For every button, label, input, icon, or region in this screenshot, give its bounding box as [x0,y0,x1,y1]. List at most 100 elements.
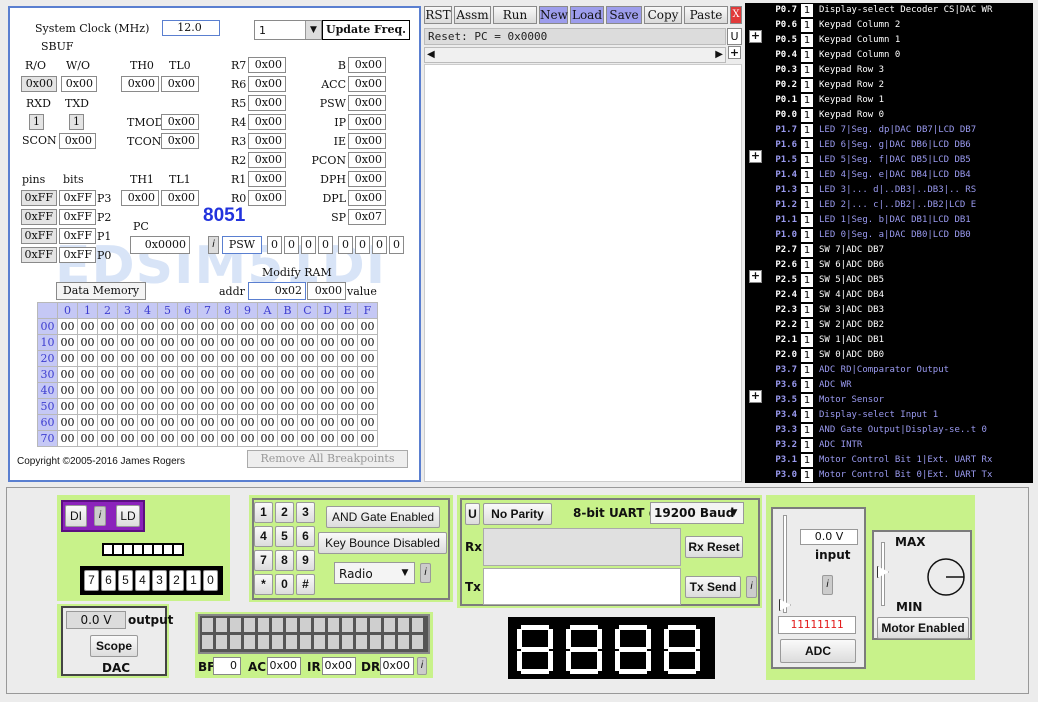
keypad-key[interactable]: 7 [254,550,273,571]
port-bits-value[interactable]: 0xFF [59,190,96,206]
memory-cell[interactable]: 00 [277,350,298,367]
memory-cell[interactable]: 00 [77,398,98,415]
rx-reset-button[interactable]: Rx Reset [685,536,743,558]
motor-enabled-button[interactable]: Motor Enabled [877,617,969,639]
pin-value[interactable]: 1 [801,364,813,377]
memory-cell[interactable]: 00 [297,382,318,399]
memory-cell[interactable]: 00 [117,382,138,399]
switch[interactable]: 1 [186,570,201,591]
memory-cell[interactable]: 00 [277,398,298,415]
memory-cell[interactable]: 00 [257,398,278,415]
keypad-key[interactable]: 2 [275,502,294,523]
parity-button[interactable]: No Parity [483,503,552,525]
memory-cell[interactable]: 00 [337,366,358,383]
pin-value[interactable]: 1 [801,334,813,347]
psw-bit[interactable]: 0 [355,236,370,254]
tx-field[interactable] [483,568,681,605]
memory-cell[interactable]: 00 [337,334,358,351]
pin-value[interactable]: 1 [801,229,813,242]
sfr-value[interactable]: 0x00 [348,95,386,111]
memory-cell[interactable]: 00 [357,318,378,335]
memory-cell[interactable]: 00 [117,414,138,431]
keypad-key[interactable]: * [254,574,273,595]
memory-cell[interactable]: 00 [77,382,98,399]
code-editor[interactable] [424,64,742,482]
memory-cell[interactable]: 00 [257,430,278,447]
pin-value[interactable]: 1 [801,154,813,167]
memory-cell[interactable]: 00 [177,430,198,447]
adc-info-button[interactable]: i [822,575,833,595]
sfr-value[interactable]: 0x07 [348,209,386,225]
pc-value[interactable]: 0x0000 [130,236,190,254]
sfr-value[interactable]: 0x00 [348,171,386,187]
update-freq-button[interactable]: Update Freq. [322,20,410,40]
tl1-value[interactable]: 0x00 [161,190,199,206]
memory-cell[interactable]: 00 [197,366,218,383]
memory-cell[interactable]: 00 [117,366,138,383]
baud-select[interactable]: 19200 Baud ▼ [650,502,744,524]
freq-select[interactable]: 1 ▼ [254,20,322,40]
memory-cell[interactable]: 00 [237,366,258,383]
register-value[interactable]: 0x00 [248,133,286,149]
switch[interactable]: 6 [101,570,116,591]
tcon-value[interactable]: 0x00 [161,133,199,149]
keypad-mode-select[interactable]: Radio ▼ [334,562,415,584]
memory-cell[interactable]: 00 [77,350,98,367]
memory-cell[interactable]: 00 [357,398,378,415]
adc-button[interactable]: ADC [780,639,856,663]
close-button[interactable]: X [730,6,742,24]
scon-value[interactable]: 0x00 [59,133,96,149]
pin-value[interactable]: 1 [801,139,813,152]
memory-cell[interactable]: 00 [277,318,298,335]
pin-value[interactable]: 1 [801,109,813,122]
horizontal-scrollbar[interactable]: ◀ ▶ [424,47,726,63]
keypad-key[interactable]: 9 [296,550,315,571]
pin-value[interactable]: 1 [801,94,813,107]
memory-cell[interactable]: 00 [317,398,338,415]
di-button[interactable]: DI [65,505,87,527]
memory-cell[interactable]: 00 [317,414,338,431]
pin-value[interactable]: 1 [801,424,813,437]
tx-send-button[interactable]: Tx Send [685,576,741,598]
memory-cell[interactable]: 00 [177,366,198,383]
keypad-key[interactable]: 5 [275,526,294,547]
memory-cell[interactable]: 00 [297,430,318,447]
psw-button[interactable]: PSW [222,236,262,254]
pin-value[interactable]: 1 [801,244,813,257]
data-memory-button[interactable]: Data Memory [56,282,146,300]
motor-slider[interactable] [877,542,889,606]
memory-cell[interactable]: 00 [57,350,78,367]
memory-cell[interactable]: 00 [317,350,338,367]
ld-button[interactable]: LD [116,505,140,527]
memory-cell[interactable]: 00 [217,334,238,351]
memory-cell[interactable]: 00 [177,382,198,399]
memory-cell[interactable]: 00 [217,414,238,431]
memory-cell[interactable]: 00 [137,366,158,383]
memory-cell[interactable]: 00 [97,350,118,367]
register-value[interactable]: 0x00 [248,152,286,168]
uart-u-button[interactable]: U [465,503,480,525]
memory-cell[interactable]: 00 [237,382,258,399]
memory-cell[interactable]: 00 [297,398,318,415]
rst-button[interactable]: RST [424,6,452,24]
memory-cell[interactable]: 00 [197,318,218,335]
clock-input[interactable]: 12.0 [162,20,220,36]
memory-cell[interactable]: 00 [137,334,158,351]
memory-cell[interactable]: 00 [97,430,118,447]
memory-cell[interactable]: 00 [297,366,318,383]
memory-cell[interactable]: 00 [317,430,338,447]
pin-value[interactable]: 1 [801,454,813,467]
memory-cell[interactable]: 00 [77,318,98,335]
memory-cell[interactable]: 00 [97,366,118,383]
pin-value[interactable]: 1 [801,214,813,227]
memory-cell[interactable]: 00 [77,334,98,351]
memory-cell[interactable]: 00 [157,414,178,431]
memory-cell[interactable]: 00 [317,382,338,399]
memory-cell[interactable]: 00 [337,318,358,335]
memory-cell[interactable]: 00 [177,350,198,367]
sfr-value[interactable]: 0x00 [348,152,386,168]
addr-input[interactable]: 0x02 [248,282,306,300]
plus-button-top[interactable]: + [728,46,741,59]
psw-bit[interactable]: 0 [338,236,353,254]
memory-cell[interactable]: 00 [257,318,278,335]
